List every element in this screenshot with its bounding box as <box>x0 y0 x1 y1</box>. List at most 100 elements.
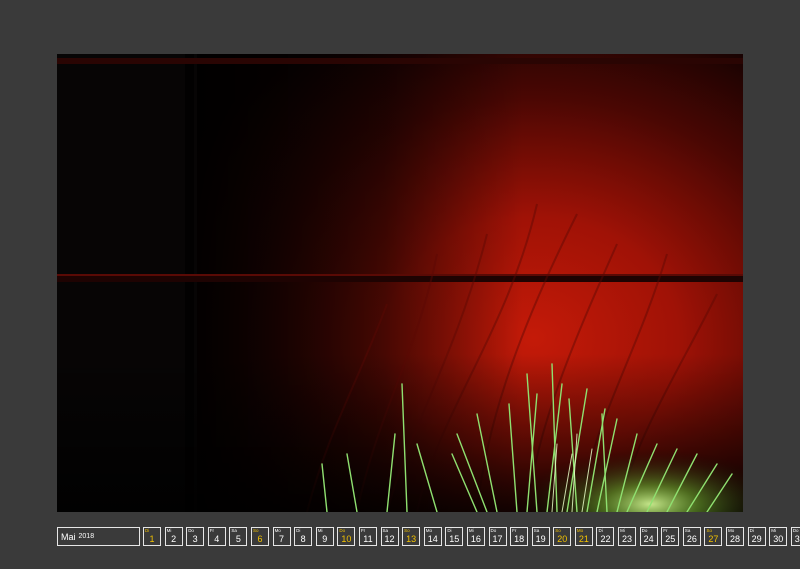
day-number: 20 <box>557 534 568 544</box>
day-cell: Di 22 <box>596 527 615 546</box>
weekday-label: Mi <box>166 528 172 533</box>
weekday-label: So <box>706 528 712 533</box>
weekday-label: Sa <box>533 528 540 533</box>
day-cell: Mo 7 <box>272 527 291 546</box>
month-name: Mai <box>61 531 76 542</box>
day-cell: Di 1 <box>143 527 161 546</box>
day-cell: Mi 2 <box>164 527 183 546</box>
calendar-photo <box>57 54 743 512</box>
day-cell: Sa 12 <box>380 527 399 546</box>
day-number: 25 <box>665 534 676 544</box>
day-number: 4 <box>214 534 220 544</box>
weekday-label: So <box>252 528 259 533</box>
day-number: 3 <box>192 534 198 544</box>
weekday-label: Di <box>598 528 603 533</box>
weekday-label: Sa <box>684 528 691 533</box>
day-number: 18 <box>514 534 525 544</box>
day-number: 22 <box>600 534 611 544</box>
weekday-label: Fr <box>209 528 215 533</box>
day-number: 16 <box>470 534 481 544</box>
day-cell: Do 17 <box>488 527 507 546</box>
day-number: 21 <box>578 534 589 544</box>
day-number: 6 <box>257 534 263 544</box>
weekday-label: Mi <box>771 528 776 533</box>
weekday-label: Mi <box>468 528 474 533</box>
day-cell: Fr 25 <box>661 527 680 546</box>
weekday-label: Sa <box>231 528 237 533</box>
night-wall-photo <box>57 54 743 512</box>
weekday-label: Mo <box>576 528 584 533</box>
day-number: 11 <box>363 534 373 544</box>
weekday-label: So <box>555 528 561 533</box>
weekday-label: Do <box>490 528 497 533</box>
day-cell: Mi 16 <box>466 527 485 546</box>
day-cell: Mi 23 <box>618 527 637 546</box>
day-cell: Di 8 <box>294 527 313 546</box>
day-cell: Di 29 <box>747 527 766 546</box>
day-cell: Mo 28 <box>726 527 745 546</box>
weekday-label: Mo <box>728 528 735 533</box>
day-cell: So 27 <box>704 527 723 546</box>
day-number: 31 <box>794 534 800 544</box>
day-cell: Fr 4 <box>207 527 226 546</box>
day-number: 27 <box>708 534 719 544</box>
weekday-label: Do <box>792 528 799 533</box>
day-cell: So 20 <box>553 527 572 546</box>
weekday-label: Do <box>188 528 194 533</box>
weekday-label: Fr <box>512 528 517 533</box>
day-cell: Sa 5 <box>229 527 248 546</box>
day-number: 14 <box>427 534 438 544</box>
month-label-box: Mai 2018 <box>57 527 140 546</box>
weekday-label: Mi <box>317 528 323 533</box>
day-number: 24 <box>643 534 654 544</box>
weekday-label: Di <box>447 528 452 533</box>
day-cell: Do 10 <box>337 527 356 546</box>
day-number: 26 <box>686 534 697 544</box>
day-number: 17 <box>492 534 503 544</box>
weekday-label: Mo <box>274 528 281 533</box>
day-number: 10 <box>341 534 352 544</box>
day-number: 15 <box>449 534 460 544</box>
day-number: 13 <box>406 534 417 544</box>
middle-rail <box>57 276 743 282</box>
year: 2018 <box>78 533 95 540</box>
day-cell: Mo 21 <box>574 527 593 546</box>
day-number: 8 <box>300 534 306 544</box>
day-number: 7 <box>279 534 285 544</box>
weekday-label: So <box>404 528 410 533</box>
day-number: 9 <box>322 534 328 544</box>
weekday-label: Sa <box>382 528 389 533</box>
day-cell: Di 15 <box>445 527 464 546</box>
weekday-label: Mi <box>620 528 625 533</box>
day-number: 30 <box>773 534 784 544</box>
day-number: 1 <box>149 534 155 544</box>
day-cell: Do31 <box>790 527 800 546</box>
weekday-label: Fr <box>663 528 668 533</box>
weekday-label: Mo <box>425 528 432 533</box>
weekday-label: Di <box>296 528 301 533</box>
weekday-label: Di <box>145 528 150 533</box>
weekday-label: Do <box>339 528 346 533</box>
day-cell: So 6 <box>250 527 269 546</box>
day-cell: Fr 18 <box>510 527 529 546</box>
day-cell: Do 3 <box>186 527 205 546</box>
day-number: 29 <box>751 534 762 544</box>
day-cell: Fr 11 <box>358 527 377 546</box>
day-number: 23 <box>622 534 633 544</box>
day-number: 19 <box>535 534 546 544</box>
calendar-strip: Mai 2018 Di 1 Mi 2 Do 3 Fr 4 Sa 5 So 6 Mo 7 Di 8 Mi 9 Do 10… <box>57 527 800 546</box>
weekday-label: Do <box>641 528 648 533</box>
day-number: 5 <box>235 534 241 544</box>
day-number: 12 <box>384 534 395 544</box>
weekday-label: Fr <box>360 528 366 533</box>
day-number: 28 <box>730 534 741 544</box>
day-cell: Mo 14 <box>423 527 442 546</box>
day-cell: Mi 9 <box>315 527 334 546</box>
day-cell: Sa 19 <box>531 527 550 546</box>
day-cell: Mi 30 <box>769 527 788 546</box>
weekday-label: Di <box>749 528 754 533</box>
day-cell: So 13 <box>402 527 421 546</box>
top-rail <box>57 58 743 64</box>
day-number: 2 <box>171 534 177 544</box>
day-cell: Do 24 <box>639 527 658 546</box>
